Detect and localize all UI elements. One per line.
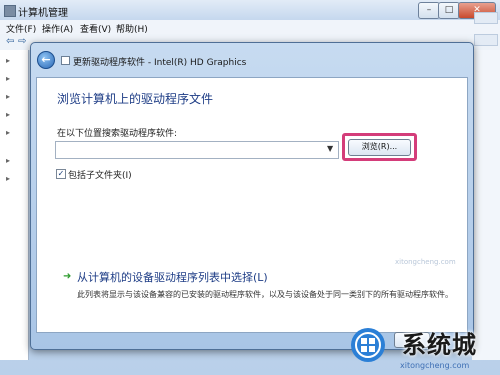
- driver-path-input[interactable]: [55, 141, 339, 159]
- pick-from-list-description: 此列表将显示与该设备兼容的已安装的驱动程序软件，以及与该设备处于同一类别下的所有…: [77, 290, 453, 299]
- update-driver-dialog: ← 更新驱动程序软件 - Intel(R) HD Graphics 浏览计算机上…: [30, 42, 474, 350]
- dialog-title: 更新驱动程序软件 - Intel(R) HD Graphics: [73, 58, 247, 68]
- back-arrow-icon[interactable]: ←: [37, 51, 55, 69]
- device-icon: [61, 56, 70, 65]
- tree-node-icon[interactable]: ▸: [6, 128, 10, 137]
- pick-from-list-link[interactable]: 从计算机的设备驱动程序列表中选择(L): [77, 269, 268, 285]
- minimize-button[interactable]: –: [418, 2, 440, 19]
- green-arrow-icon: ➜: [63, 271, 72, 282]
- watermark-url-faint: xitongcheng.com: [395, 258, 456, 266]
- actions-pane-bar[interactable]: [474, 34, 498, 46]
- tree-node-icon[interactable]: ▸: [6, 92, 10, 101]
- console-tree[interactable]: ▸ ▸ ▸ ▸ ▸ ▸ ▸: [0, 50, 29, 360]
- title-bar: 计算机管理 – □ ✕: [0, 0, 500, 20]
- dropdown-arrow-icon[interactable]: ▼: [327, 144, 333, 153]
- watermark-text: 系统城: [402, 331, 477, 359]
- tree-node-icon[interactable]: ▸: [6, 74, 10, 83]
- maximize-button[interactable]: □: [438, 2, 460, 19]
- actions-pane: [472, 50, 500, 360]
- window-title: 计算机管理: [18, 8, 68, 19]
- actions-pane-bar[interactable]: [474, 12, 498, 24]
- tree-node-icon[interactable]: ▸: [6, 56, 10, 65]
- page-heading: 浏览计算机上的驱动程序文件: [57, 92, 214, 106]
- include-subfolders-checkbox[interactable]: ✓: [56, 169, 66, 179]
- include-subfolders-label[interactable]: 包括子文件夹(I): [68, 168, 132, 181]
- menu-bar: 文件(F) 操作(A) 查看(V) 帮助(H): [0, 20, 500, 35]
- tree-node-icon[interactable]: ▸: [6, 174, 10, 183]
- tree-node-icon[interactable]: ▸: [6, 110, 10, 119]
- browse-button[interactable]: 浏览(R)...: [348, 139, 411, 156]
- dialog-body: 浏览计算机上的驱动程序文件 在以下位置搜索驱动程序软件: ▼ 浏览(R)... …: [36, 77, 468, 333]
- computer-management-icon: [4, 5, 16, 17]
- watermark-logo-icon: [351, 328, 385, 362]
- arrow-left-icon[interactable]: ⇦: [6, 36, 14, 47]
- watermark-url: xitongcheng.com: [400, 361, 470, 370]
- tree-node-icon[interactable]: ▸: [6, 156, 10, 165]
- arrow-right-icon[interactable]: ⇨: [18, 36, 26, 47]
- search-location-label: 在以下位置搜索驱动程序软件:: [57, 129, 178, 139]
